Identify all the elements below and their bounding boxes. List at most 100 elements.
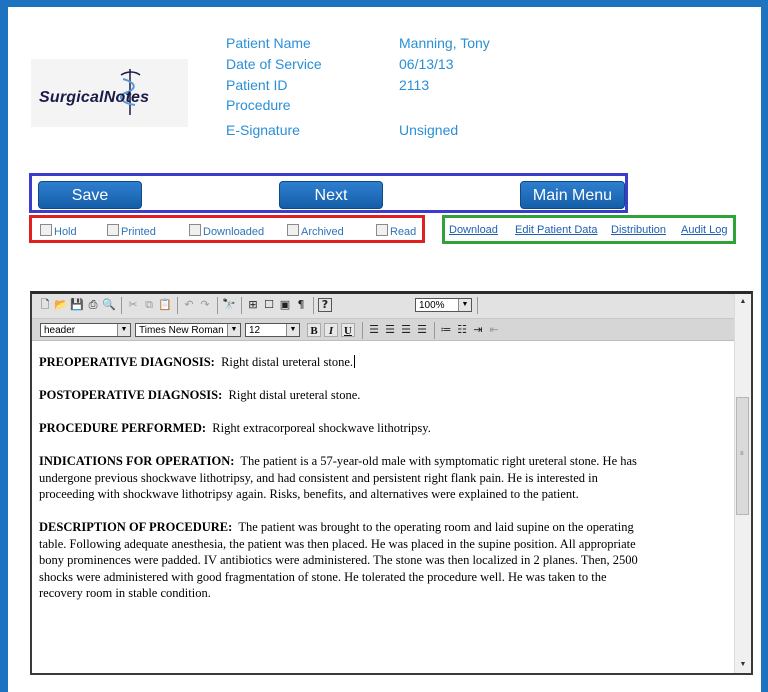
doc-heading: PROCEDURE PERFORMED: [39, 421, 207, 435]
save-button[interactable]: Save [38, 181, 142, 209]
frame2-icon[interactable]: ▣ [278, 298, 292, 312]
insert-icon[interactable]: ⊞ [246, 298, 260, 312]
value-patient-name: Manning, Tony [399, 35, 490, 51]
redo-icon[interactable]: ↷ [198, 298, 212, 312]
doc-paragraph: PROCEDURE PERFORMED: Right extracorporea… [39, 420, 639, 437]
bold-button[interactable]: B [307, 323, 321, 337]
editor-scrollbar[interactable]: ▲ ≡ ▼ [734, 294, 751, 673]
bulleted-list-icon[interactable]: ☷ [455, 323, 469, 337]
checkbox-box[interactable] [107, 224, 119, 236]
action-buttons-group: Save Next Main Menu [29, 173, 628, 213]
style-select[interactable]: header ▼ [40, 323, 131, 337]
archived-checkbox[interactable]: Archived [287, 224, 344, 238]
paragraph-icon[interactable]: ¶ [294, 298, 308, 312]
logo-text: SurgicalNotes [39, 89, 150, 106]
document-body[interactable]: PREOPERATIVE DIAGNOSIS: Right distal ure… [39, 354, 639, 618]
frame-icon[interactable]: ☐ [262, 298, 276, 312]
scrollbar-thumb[interactable]: ≡ [736, 397, 749, 515]
zoom-select[interactable]: 100% ▼ [415, 298, 472, 312]
print-preview-icon[interactable]: 🔍 [102, 298, 116, 312]
label-date-of-service: Date of Service [226, 56, 322, 72]
label-e-signature: E-Signature [226, 122, 300, 138]
status-checkboxes-group: Hold Printed Downloaded Archived Read [29, 215, 425, 243]
read-label: Read [390, 226, 417, 238]
outdent-icon[interactable]: ⇤ [487, 323, 501, 337]
toolbar-separator [177, 297, 178, 314]
doc-paragraph: INDICATIONS FOR OPERATION: The patient i… [39, 453, 639, 503]
grip-icon: ≡ [740, 451, 744, 457]
toolbar-separator [477, 297, 478, 314]
doc-text: Right extracorporeal shockwave lithotrip… [212, 421, 431, 435]
size-value: 12 [249, 325, 261, 336]
align-center-icon[interactable]: ☰ [383, 323, 397, 337]
value-patient-id: 2113 [399, 77, 430, 93]
checkbox-box[interactable] [287, 224, 299, 236]
numbered-list-icon[interactable]: ≔ [439, 323, 453, 337]
chevron-down-icon: ▼ [286, 324, 299, 336]
chevron-down-icon: ▼ [458, 299, 471, 311]
style-value: header [44, 325, 76, 336]
checkbox-box[interactable] [376, 224, 388, 236]
paste-icon[interactable]: 📋 [158, 298, 172, 312]
downloaded-checkbox[interactable]: Downloaded [189, 224, 264, 238]
download-link[interactable]: Download [449, 224, 498, 236]
main-menu-button[interactable]: Main Menu [520, 181, 625, 209]
chevron-down-icon: ▼ [227, 324, 240, 336]
read-checkbox[interactable]: Read [376, 224, 416, 238]
hold-label: Hold [54, 226, 77, 238]
save-icon[interactable]: 💾 [70, 298, 84, 312]
size-select[interactable]: 12 ▼ [245, 323, 300, 337]
doc-heading: PREOPERATIVE DIAGNOSIS: [39, 355, 215, 369]
help-icon[interactable]: ? [318, 298, 332, 312]
indent-icon[interactable]: ⇥ [471, 323, 485, 337]
doc-text: Right distal ureteral stone. [228, 388, 361, 402]
doc-paragraph: DESCRIPTION OF PROCEDURE: The patient wa… [39, 519, 639, 602]
find-icon[interactable]: 🔭 [222, 298, 236, 312]
downloaded-label: Downloaded [203, 226, 265, 238]
printed-checkbox[interactable]: Printed [107, 224, 156, 238]
italic-button[interactable]: I [324, 323, 338, 337]
align-justify-icon[interactable]: ☰ [415, 323, 429, 337]
font-value: Times New Roman [139, 325, 224, 336]
doc-paragraph: PREOPERATIVE DIAGNOSIS: Right distal ure… [39, 354, 639, 371]
checkbox-box[interactable] [189, 224, 201, 236]
value-date-of-service: 06/13/13 [399, 56, 454, 72]
checkbox-box[interactable] [40, 224, 52, 236]
distribution-link[interactable]: Distribution [611, 224, 666, 236]
print-icon[interactable]: ⎙ [86, 298, 100, 312]
editor-toolbar-format: header ▼ Times New Roman ▼ 12 ▼ B I U ☰ ☰ ☰… [32, 319, 737, 341]
font-select[interactable]: Times New Roman ▼ [135, 323, 241, 337]
editor-toolbar-main: 🗋 📂 💾 ⎙ 🔍 ✂ ⧉ 📋 ↶ ↷ 🔭 ⊞ ☐ ▣ ¶ ? 100% ▼ [32, 294, 737, 319]
scroll-up-icon[interactable]: ▲ [735, 294, 751, 310]
doc-heading: INDICATIONS FOR OPERATION: [39, 454, 235, 468]
surgical-notes-logo: SurgicalNotes [31, 59, 188, 127]
toolbar-separator [362, 322, 363, 339]
next-button[interactable]: Next [279, 181, 383, 209]
open-icon[interactable]: 📂 [54, 298, 68, 312]
doc-heading: POSTOPERATIVE DIAGNOSIS: [39, 388, 223, 402]
toolbar-separator [121, 297, 122, 314]
hold-checkbox[interactable]: Hold [40, 224, 77, 238]
cut-icon[interactable]: ✂ [126, 298, 140, 312]
new-icon[interactable]: 🗋 [38, 298, 52, 312]
align-left-icon[interactable]: ☰ [367, 323, 381, 337]
label-procedure: Procedure [226, 97, 291, 113]
scroll-down-icon[interactable]: ▼ [735, 657, 751, 673]
doc-paragraph: POSTOPERATIVE DIAGNOSIS: Right distal ur… [39, 387, 639, 404]
undo-icon[interactable]: ↶ [182, 298, 196, 312]
audit-log-link[interactable]: Audit Log [681, 224, 727, 236]
copy-icon[interactable]: ⧉ [142, 298, 156, 312]
chevron-down-icon: ▼ [117, 324, 130, 336]
doc-heading: DESCRIPTION OF PROCEDURE: [39, 520, 233, 534]
rich-text-editor: 🗋 📂 💾 ⎙ 🔍 ✂ ⧉ 📋 ↶ ↷ 🔭 ⊞ ☐ ▣ ¶ ? 100% ▼ he… [30, 291, 753, 675]
align-right-icon[interactable]: ☰ [399, 323, 413, 337]
links-group: Download Edit Patient Data Distribution … [442, 215, 736, 244]
printed-label: Printed [121, 226, 156, 238]
edit-patient-data-link[interactable]: Edit Patient Data [515, 224, 598, 236]
toolbar-separator [241, 297, 242, 314]
label-patient-name: Patient Name [226, 35, 311, 51]
zoom-value: 100% [419, 300, 445, 311]
underline-button[interactable]: U [341, 323, 355, 337]
toolbar-separator [313, 297, 314, 314]
archived-label: Archived [301, 226, 344, 238]
